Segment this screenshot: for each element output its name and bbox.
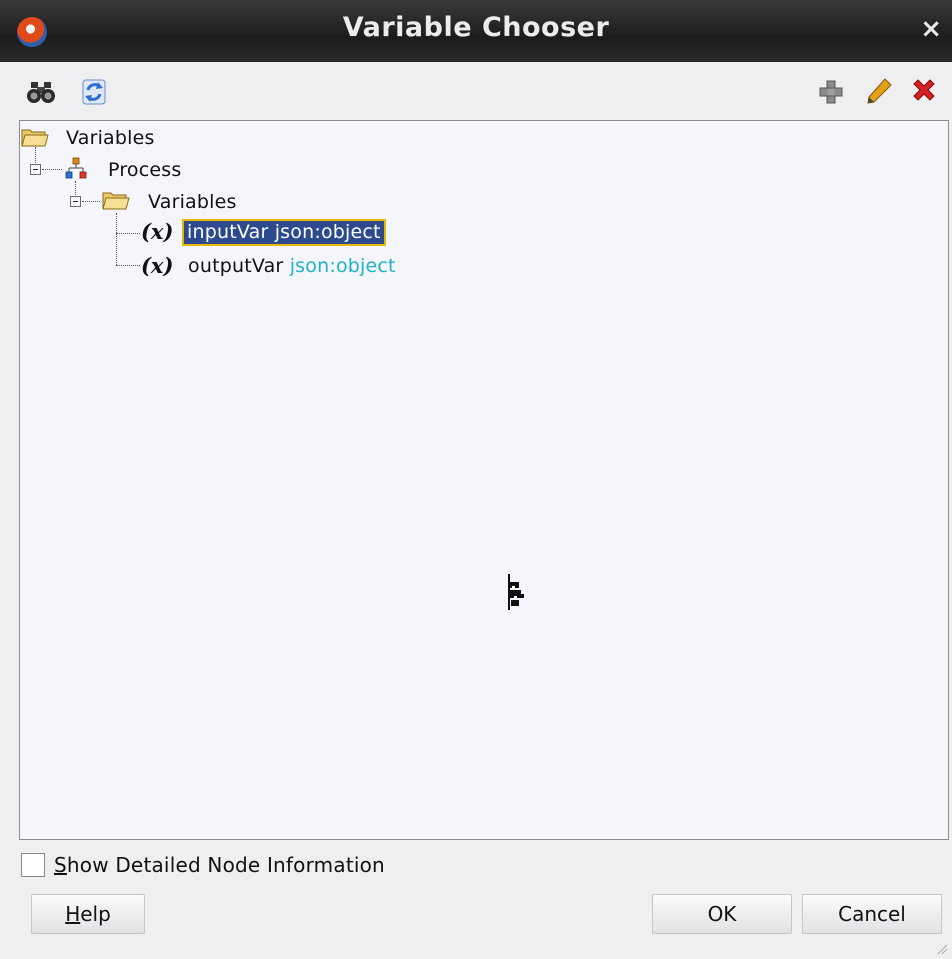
variable-name: inputVar <box>187 221 269 243</box>
tree-label-root-variables: Variables <box>66 127 155 149</box>
mnemonic-letter: S <box>54 853 67 877</box>
busy-cursor-icon <box>506 574 526 616</box>
folder-icon <box>102 190 130 210</box>
add-icon[interactable] <box>815 76 847 108</box>
title-bar: Variable Chooser × <box>0 0 952 62</box>
tree-connector <box>116 233 140 234</box>
toolbar <box>0 62 952 118</box>
variable-type: json:object <box>274 221 381 243</box>
tree-connector <box>42 169 62 170</box>
checkbox-label-text: how Detailed Node Information <box>66 853 385 877</box>
mnemonic-letter: H <box>65 902 81 926</box>
help-label-text: elp <box>80 902 111 926</box>
collapse-toggle[interactable] <box>70 196 81 207</box>
ok-button[interactable]: OK <box>652 894 792 934</box>
refresh-icon[interactable] <box>78 76 110 108</box>
resize-grip-icon[interactable] <box>934 940 948 955</box>
variables-tree[interactable]: Variables Process Variables (x) inputVar… <box>19 120 949 840</box>
tree-connector <box>75 181 76 195</box>
binoculars-icon[interactable] <box>25 76 57 108</box>
help-button[interactable]: Help <box>31 894 145 934</box>
tree-label-process: Process <box>108 159 182 181</box>
folder-icon <box>21 127 49 147</box>
collapse-toggle[interactable] <box>30 164 41 175</box>
cancel-button[interactable]: Cancel <box>802 894 942 934</box>
close-icon[interactable]: × <box>920 14 942 44</box>
tree-connector <box>35 147 36 163</box>
tree-connector <box>116 265 140 266</box>
delete-icon[interactable] <box>908 76 940 108</box>
tree-connector <box>82 201 100 202</box>
show-detailed-node-info-label[interactable]: Show Detailed Node Information <box>54 853 385 877</box>
variable-type: json:object <box>289 255 396 277</box>
edit-icon[interactable] <box>863 76 895 108</box>
tree-connector <box>116 213 117 265</box>
tree-label-outputvar[interactable]: outputVar json:object <box>188 255 396 277</box>
variable-x-icon: (x) <box>141 219 174 244</box>
process-icon <box>65 157 87 181</box>
variable-name: outputVar <box>188 255 284 277</box>
show-detailed-node-info-checkbox[interactable] <box>21 853 45 877</box>
tree-label-inputvar[interactable]: inputVar json:object <box>182 219 386 246</box>
variable-x-icon: (x) <box>141 253 174 278</box>
dialog-title: Variable Chooser <box>342 12 610 43</box>
tree-label-variables-folder: Variables <box>148 191 237 213</box>
